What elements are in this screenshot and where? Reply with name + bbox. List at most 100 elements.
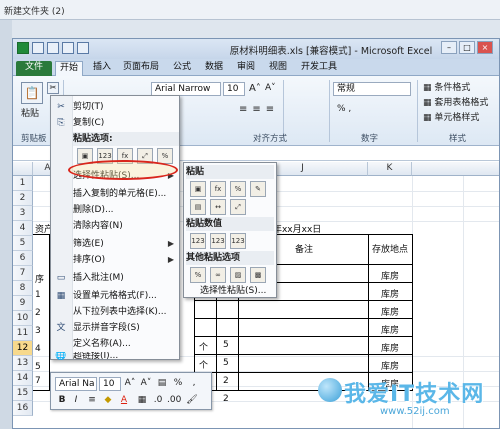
location-cell[interactable]: 库房 — [381, 341, 399, 354]
shrink-font-icon[interactable]: A˅ — [265, 83, 276, 93]
sub-values-number-format-icon[interactable]: 123 — [210, 233, 226, 249]
remark-header[interactable]: 备注 — [295, 242, 313, 255]
menu-item-hyperlink[interactable]: 🌐 超链接(I)... — [51, 352, 179, 361]
italic-button[interactable]: I — [69, 394, 83, 407]
qty-cell[interactable]: 5 — [223, 358, 229, 368]
qty-cell[interactable]: 5 — [223, 340, 229, 350]
format-painter-icon[interactable]: 🖌 — [185, 394, 199, 407]
mini-font-combo[interactable]: Arial Na — [55, 377, 97, 391]
select-all-corner[interactable] — [13, 162, 33, 176]
sub-values-icon[interactable]: 123 — [190, 233, 206, 249]
column-header[interactable]: K — [368, 162, 412, 176]
row-header[interactable]: 10 — [13, 311, 33, 326]
unit-cell[interactable]: 个 — [199, 358, 208, 371]
tab-home[interactable]: 开始 — [55, 61, 84, 76]
tab-file[interactable]: 文件 — [16, 61, 52, 76]
qty-cell[interactable]: 2 — [223, 394, 229, 404]
sub-paste-icon[interactable]: ▣ — [190, 181, 206, 197]
row-header[interactable]: 6 — [13, 251, 33, 266]
paste-button-label[interactable]: 粘贴 — [21, 106, 39, 119]
row-header[interactable]: 8 — [13, 281, 33, 296]
bold-button[interactable]: B — [55, 394, 69, 407]
menu-item-copy[interactable]: ⎘ 复制(C) — [51, 115, 179, 131]
location-cell[interactable]: 库房 — [381, 269, 399, 282]
mini-size-combo[interactable]: 10 — [99, 377, 121, 391]
currency-button[interactable]: % , — [337, 104, 351, 114]
font-color-button[interactable]: A — [117, 394, 131, 407]
font-name-combo[interactable]: Arial Narrow — [151, 82, 221, 96]
sub-paste-formula-format-icon[interactable]: % — [230, 181, 246, 197]
format-brush-icon[interactable]: ▤ — [155, 377, 169, 390]
table-format-button[interactable]: ▦ 套用表格格式 — [423, 95, 488, 108]
align-buttons-row[interactable]: ≡≡≡ — [239, 104, 279, 115]
fill-color-icon[interactable]: ◆ — [101, 394, 115, 407]
menu-item-insert-copied[interactable]: 插入复制的单元格(E)... — [51, 186, 179, 202]
paste-icon[interactable]: 📋 — [21, 82, 43, 104]
tab-formulas[interactable]: 公式 — [169, 61, 195, 76]
row-header-selected[interactable]: 12 — [13, 341, 33, 356]
row-header[interactable]: 11 — [13, 326, 33, 341]
minimize-button[interactable]: – — [441, 41, 457, 54]
close-button[interactable]: × — [477, 41, 493, 54]
unit-cell[interactable]: 个 — [199, 340, 208, 353]
comma-style-icon[interactable]: , — [187, 377, 201, 390]
menu-item-define-name[interactable]: 定义名称(A)... — [51, 336, 179, 352]
menu-item-format-cells[interactable]: ▦ 设置单元格格式(F)... — [51, 288, 179, 304]
sub-format-icon[interactable]: % — [190, 267, 206, 283]
row-number-cell[interactable]: 7 — [35, 376, 41, 386]
location-cell[interactable]: 库房 — [381, 359, 399, 372]
row-header[interactable]: 2 — [13, 191, 33, 206]
menu-item-insert-comment[interactable]: ▭ 插入批注(M) — [51, 270, 179, 286]
menu-item-pick-list[interactable]: 从下拉列表中选择(K)... — [51, 304, 179, 320]
number-format-combo[interactable]: 常规 — [333, 82, 411, 96]
grow-font-icon[interactable]: A˄ — [123, 377, 137, 390]
cell-style-button[interactable]: ▦ 单元格样式 — [423, 110, 479, 123]
sub-picture-icon[interactable]: ▨ — [230, 267, 246, 283]
border-icon[interactable]: ▦ — [135, 394, 149, 407]
row-header[interactable]: 3 — [13, 206, 33, 221]
cut-icon[interactable]: ✂ — [47, 82, 59, 94]
percent-style-icon[interactable]: % — [171, 377, 185, 390]
maximize-button[interactable]: □ — [459, 41, 475, 54]
row-number-cell[interactable]: 3 — [35, 326, 41, 336]
shrink-font-icon[interactable]: A˅ — [139, 377, 153, 390]
increase-decimal-icon[interactable]: .00 — [167, 394, 181, 407]
row-number-cell[interactable]: 1 — [35, 290, 41, 300]
row-header[interactable]: 5 — [13, 236, 33, 251]
grow-font-icon[interactable]: A˄ — [249, 83, 261, 94]
font-size-combo[interactable]: 10 — [223, 82, 245, 96]
sub-values-source-format-icon[interactable]: 123 — [230, 233, 246, 249]
decrease-decimal-icon[interactable]: .0 — [151, 394, 165, 407]
row-header[interactable]: 13 — [13, 356, 33, 371]
sub-paste-col-width-icon[interactable]: ↔ — [210, 199, 226, 215]
menu-item-sort[interactable]: 排序(O) ▶ — [51, 252, 179, 268]
row-number-cell[interactable]: 4 — [35, 344, 41, 354]
location-header[interactable]: 存放地点 — [372, 242, 408, 255]
row-header[interactable]: 15 — [13, 386, 33, 401]
menu-item-clear[interactable]: 清除内容(N) — [51, 218, 179, 234]
location-cell[interactable]: 库房 — [381, 323, 399, 336]
seq-header-fragment[interactable]: 序 — [35, 272, 44, 285]
tab-view[interactable]: 视图 — [265, 61, 291, 76]
row-header[interactable]: 1 — [13, 176, 33, 191]
row-number-cell[interactable]: 2 — [35, 308, 41, 318]
row-header[interactable]: 16 — [13, 401, 33, 416]
submenu-paste-special-link[interactable]: 选择性粘贴(S)... — [184, 283, 276, 299]
tab-page-layout[interactable]: 页面布局 — [119, 61, 163, 76]
sub-paste-no-border-icon[interactable]: ▤ — [190, 199, 206, 215]
sub-linked-picture-icon[interactable]: ▩ — [250, 267, 266, 283]
row-header[interactable]: 7 — [13, 266, 33, 281]
conditional-format-button[interactable]: ▦ 条件格式 — [423, 80, 470, 93]
location-cell[interactable]: 库房 — [381, 287, 399, 300]
sub-paste-transpose-icon[interactable]: ⤢ — [230, 199, 246, 215]
location-cell[interactable]: 库房 — [381, 305, 399, 318]
menu-item-delete[interactable]: 删除(D)... — [51, 202, 179, 218]
row-header[interactable]: 14 — [13, 371, 33, 386]
align-center-icon[interactable]: ≡ — [85, 394, 99, 407]
menu-item-phonetic[interactable]: 文显示拼音字段(S) — [51, 320, 179, 336]
sub-paste-keep-source-icon[interactable]: ✎ — [250, 181, 266, 197]
menu-item-filter[interactable]: 筛选(E) ▶ — [51, 236, 179, 252]
row-header[interactable]: 4 — [13, 221, 33, 236]
row-header[interactable]: 9 — [13, 296, 33, 311]
qty-cell[interactable]: 2 — [223, 376, 229, 386]
